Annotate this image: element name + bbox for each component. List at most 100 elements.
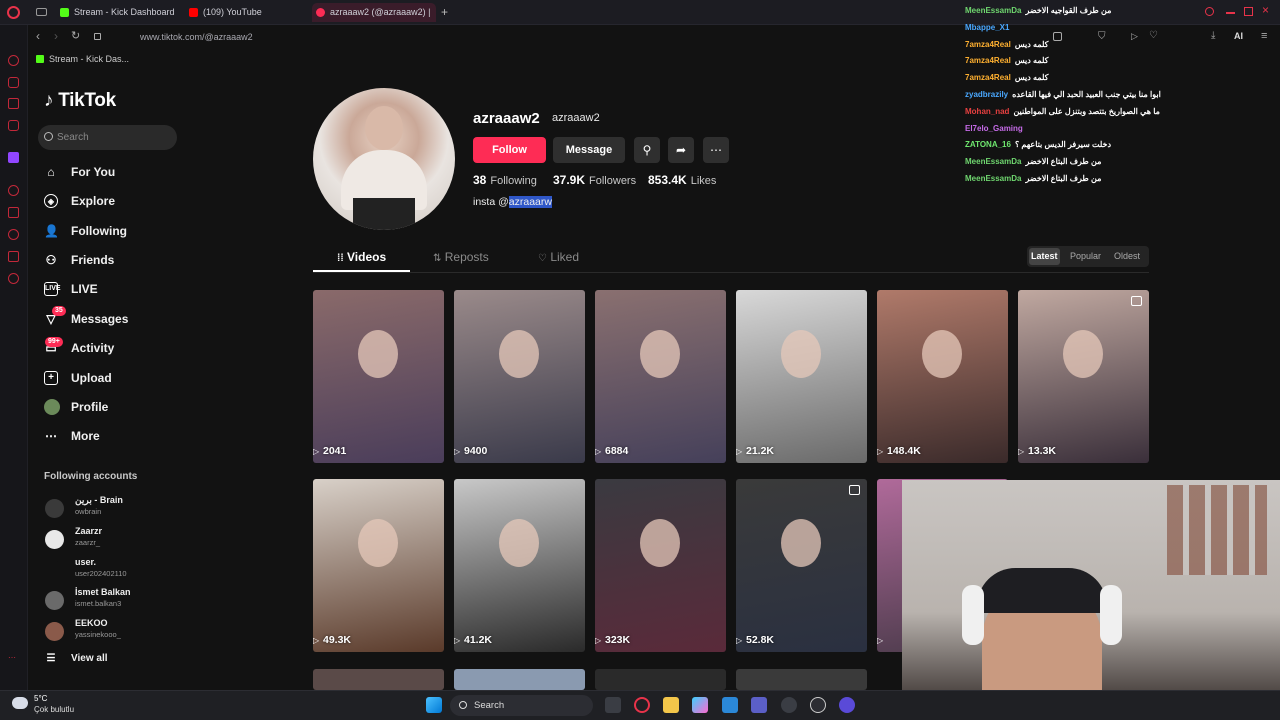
store-icon[interactable] bbox=[722, 697, 738, 713]
ai-icon[interactable]: AI bbox=[1234, 31, 1243, 41]
clock-icon[interactable] bbox=[8, 229, 19, 240]
following-account[interactable]: İsmet Balkan ismet.balkan3 bbox=[44, 587, 194, 615]
extensions-icon[interactable] bbox=[8, 251, 19, 262]
video-tile[interactable]: 41.2K ▷ bbox=[454, 479, 585, 652]
chat-text: من طرف البتاع الاخضر bbox=[1025, 157, 1102, 167]
settings-icon[interactable] bbox=[8, 273, 19, 284]
video-tile[interactable]: 52.8K ▷ bbox=[736, 479, 867, 652]
teams-icon[interactable] bbox=[751, 697, 767, 713]
chat-text: كلمه ديس bbox=[1014, 73, 1049, 83]
app-icon[interactable] bbox=[839, 697, 855, 713]
video-tile-partial[interactable] bbox=[736, 669, 867, 690]
bio-selection[interactable]: azraaarw bbox=[508, 196, 552, 208]
tab-youtube[interactable]: (109) YouTube bbox=[185, 3, 310, 22]
video-tile-partial[interactable] bbox=[454, 669, 585, 690]
play-icon[interactable]: ▷ bbox=[1131, 31, 1138, 42]
search-tabs-icon[interactable] bbox=[1205, 7, 1214, 16]
twitch-icon[interactable] bbox=[8, 152, 19, 163]
profile-avatar[interactable] bbox=[313, 88, 455, 230]
url-field[interactable]: www.tiktok.com/@azraaaw2 bbox=[140, 32, 253, 42]
account-name: برين - Brain bbox=[75, 495, 123, 505]
chat-message: MeenEssamDa من طرف البتاع الاخضر bbox=[965, 172, 1101, 185]
video-tile[interactable]: 9400 ▷ bbox=[454, 290, 585, 463]
video-tile[interactable]: 49.3K ▷ bbox=[313, 479, 444, 652]
maximize-icon[interactable] bbox=[1244, 7, 1253, 16]
sort-popular[interactable]: Popular bbox=[1070, 251, 1101, 261]
tab-kick[interactable]: Stream - Kick Dashboard bbox=[56, 3, 196, 22]
discord-icon[interactable] bbox=[781, 697, 797, 713]
sort-oldest[interactable]: Oldest bbox=[1114, 251, 1140, 261]
tab-tiktok[interactable]: azraaaw2 (@azraaaw2) | bbox=[312, 3, 436, 22]
stat-followers[interactable]: 37.9K Followers bbox=[553, 173, 636, 187]
follow-button[interactable]: Follow bbox=[473, 137, 546, 163]
view-count: 13.3K bbox=[1028, 445, 1057, 457]
player-icon[interactable] bbox=[8, 185, 19, 196]
menu-icon[interactable]: ≡ bbox=[1261, 30, 1267, 42]
following-account[interactable]: Zaarzr zaarzr_ bbox=[44, 526, 194, 554]
shield-icon[interactable]: ⛉ bbox=[1098, 31, 1106, 42]
sort-latest[interactable]: Latest bbox=[1031, 251, 1058, 261]
workspaces-icon[interactable] bbox=[36, 8, 47, 16]
video-tile[interactable]: 6884 ▷ bbox=[595, 290, 726, 463]
search-input[interactable]: Search bbox=[38, 125, 177, 150]
copilot-icon[interactable] bbox=[692, 697, 708, 713]
add-friend-button[interactable]: ⚲ bbox=[634, 137, 660, 163]
following-account[interactable]: برين - Brain owbrain bbox=[44, 495, 194, 523]
reload-icon[interactable]: ↻ bbox=[71, 29, 80, 42]
tab-label: Stream - Kick Dashboard bbox=[74, 7, 175, 17]
following-account[interactable]: EEKOO yassinekooo_ bbox=[44, 618, 194, 646]
forward-icon[interactable]: › bbox=[54, 29, 58, 43]
video-tile[interactable]: 323K ▷ bbox=[595, 479, 726, 652]
video-tile-partial[interactable] bbox=[313, 669, 444, 690]
history-icon[interactable] bbox=[8, 55, 19, 66]
avatar bbox=[45, 499, 64, 518]
minimize-icon[interactable] bbox=[1226, 12, 1235, 14]
more-options-button[interactable]: ⋯ bbox=[703, 137, 729, 163]
bookmarks-icon[interactable] bbox=[8, 207, 19, 218]
music-icon[interactable] bbox=[810, 697, 826, 713]
share-button[interactable]: ➦ bbox=[668, 137, 694, 163]
view-count: 323K bbox=[605, 634, 631, 646]
video-tile[interactable]: 2041 ▷ bbox=[313, 290, 444, 463]
instagram-icon[interactable] bbox=[8, 120, 19, 131]
logo-text: TikTok bbox=[58, 90, 116, 111]
video-tile[interactable]: 148.4K ▷ bbox=[877, 290, 1008, 463]
tab-label: Reposts bbox=[444, 250, 489, 264]
stat-following[interactable]: 38 Following bbox=[473, 173, 537, 187]
download-icon[interactable]: ⤓ bbox=[1211, 30, 1215, 41]
tab-label: Liked bbox=[550, 250, 579, 264]
tab-reposts[interactable]: ⇅ Reposts bbox=[433, 250, 489, 264]
file-explorer-icon[interactable] bbox=[663, 697, 679, 713]
video-tile[interactable]: 21.2K ▷ bbox=[736, 290, 867, 463]
chat-message: 7amza4Real كلمه ديس bbox=[965, 54, 1048, 67]
new-tab-icon[interactable]: + bbox=[441, 5, 448, 19]
messenger-icon[interactable] bbox=[8, 77, 19, 88]
nav-label: Explore bbox=[71, 194, 116, 208]
back-icon[interactable]: ‹ bbox=[36, 29, 40, 43]
heart-icon[interactable]: ♡ bbox=[1149, 30, 1158, 41]
webcam-overlay bbox=[902, 480, 1280, 720]
account-name: Zaarzr bbox=[75, 526, 103, 536]
more-rail-icon[interactable]: ⋯ bbox=[8, 653, 16, 662]
video-tile[interactable]: 13.3K ▷ bbox=[1018, 290, 1149, 463]
close-icon[interactable]: × bbox=[1262, 3, 1269, 17]
followers-label: Followers bbox=[589, 175, 637, 187]
bookmark-kick[interactable]: Stream - Kick Das... bbox=[49, 54, 129, 64]
opera-logo-icon[interactable] bbox=[7, 6, 20, 19]
video-tile-partial[interactable] bbox=[595, 669, 726, 690]
snapshot-icon[interactable] bbox=[1053, 32, 1062, 41]
video-thumbnail-subject bbox=[781, 330, 821, 378]
message-button[interactable]: Message bbox=[553, 137, 625, 163]
wallet-icon[interactable] bbox=[8, 98, 19, 109]
opera-icon[interactable] bbox=[634, 697, 650, 713]
taskview-icon[interactable] bbox=[605, 697, 621, 713]
following-account[interactable]: user. user202402110 bbox=[44, 557, 194, 585]
tiktok-logo[interactable]: ♪ TikTok bbox=[44, 90, 116, 112]
tab-videos[interactable]: ⁞⁞ Videos bbox=[337, 250, 386, 264]
profile-nickname: azraaaw2 bbox=[552, 112, 600, 124]
chat-username: MeenEssamDa bbox=[965, 6, 1022, 15]
account-handle: owbrain bbox=[75, 507, 102, 516]
tab-liked[interactable]: ♡ Liked bbox=[538, 250, 579, 264]
windows-start-icon[interactable] bbox=[426, 697, 442, 713]
taskbar-search[interactable]: Search bbox=[450, 695, 593, 716]
